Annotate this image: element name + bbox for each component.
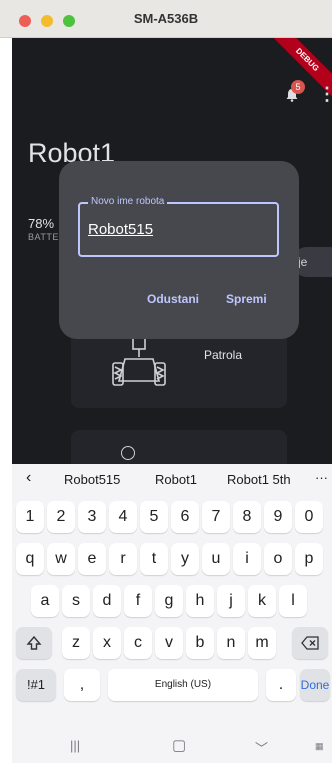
key-u[interactable]: u xyxy=(202,543,230,575)
rename-robot-dialog: Novo ime robota Robot515 Odustani Spremi xyxy=(59,161,299,339)
key-p[interactable]: p xyxy=(295,543,323,575)
backspace-key[interactable] xyxy=(292,627,328,659)
key-0[interactable]: 0 xyxy=(295,501,323,533)
key-r[interactable]: r xyxy=(109,543,137,575)
key-i[interactable]: i xyxy=(233,543,261,575)
key-e[interactable]: e xyxy=(78,543,106,575)
robot-name-input[interactable]: Robot515 xyxy=(88,221,268,238)
key-w[interactable]: w xyxy=(47,543,75,575)
key-2[interactable]: 2 xyxy=(47,501,75,533)
circle-icon xyxy=(121,446,135,460)
more-horizontal-icon[interactable]: ··· xyxy=(315,470,328,485)
backspace-icon xyxy=(301,636,319,650)
suggestion-bar: ‹ Robot515 Robot1 Robot1 5th ··· xyxy=(12,464,332,496)
key-y[interactable]: y xyxy=(171,543,199,575)
cancel-button[interactable]: Odustani xyxy=(147,292,199,306)
key-c[interactable]: c xyxy=(124,627,152,659)
robot-name-field[interactable]: Novo ime robota Robot515 xyxy=(78,196,279,257)
keyboard-icon[interactable]: ▦ xyxy=(315,741,324,752)
key-5[interactable]: 5 xyxy=(140,501,168,533)
battery-label: BATTE xyxy=(28,232,59,242)
more-vertical-icon[interactable]: ⋮ xyxy=(318,84,332,105)
key-v[interactable]: v xyxy=(155,627,183,659)
suggestion-item[interactable]: Robot1 5th xyxy=(227,472,291,487)
key-z[interactable]: z xyxy=(62,627,90,659)
key-k[interactable]: k xyxy=(248,585,276,617)
key-q[interactable]: q xyxy=(16,543,44,575)
space-key[interactable]: English (US) xyxy=(108,669,258,701)
key-7[interactable]: 7 xyxy=(202,501,230,533)
home-icon[interactable]: ▢ xyxy=(172,736,186,754)
card-label: Patrola xyxy=(204,348,243,362)
shift-key[interactable] xyxy=(16,627,52,659)
key-l[interactable]: l xyxy=(279,585,307,617)
key-j[interactable]: j xyxy=(217,585,245,617)
key-1[interactable]: 1 xyxy=(16,501,44,533)
key-a[interactable]: a xyxy=(31,585,59,617)
period-key[interactable]: . xyxy=(266,669,296,701)
key-f[interactable]: f xyxy=(124,585,152,617)
window-title: SM-A536B xyxy=(133,11,199,26)
robot-vehicle-icon xyxy=(112,335,166,386)
key-6[interactable]: 6 xyxy=(171,501,199,533)
save-button[interactable]: Spremi xyxy=(226,292,267,306)
key-h[interactable]: h xyxy=(186,585,214,617)
suggestion-item[interactable]: Robot515 xyxy=(64,472,120,487)
comma-key[interactable]: , xyxy=(64,669,100,701)
notification-count-badge: 5 xyxy=(291,80,305,94)
suggestion-item[interactable]: Robot1 xyxy=(155,472,197,487)
key-s[interactable]: s xyxy=(62,585,90,617)
system-navigation-bar: ||| ▢ ﹀ ▦ xyxy=(12,732,332,763)
key-4[interactable]: 4 xyxy=(109,501,137,533)
done-key[interactable]: Done xyxy=(300,669,330,701)
symbols-key[interactable]: !#1 xyxy=(16,669,56,701)
shift-arrow-icon xyxy=(26,635,42,650)
battery-percent: 78% xyxy=(28,216,55,231)
key-g[interactable]: g xyxy=(155,585,183,617)
recent-apps-icon[interactable]: ||| xyxy=(70,738,80,753)
key-b[interactable]: b xyxy=(186,627,214,659)
robot-name-field-label: Novo ime robota xyxy=(88,196,168,207)
key-d[interactable]: d xyxy=(93,585,121,617)
key-o[interactable]: o xyxy=(264,543,292,575)
key-n[interactable]: n xyxy=(217,627,245,659)
key-8[interactable]: 8 xyxy=(233,501,261,533)
phone-screen: DEBUG 5 ⋮ Robot1 78% BATTE je Patrola No… xyxy=(12,38,332,763)
window-title-bar: SM-A536B xyxy=(0,0,332,38)
on-screen-keyboard: ‹ Robot515 Robot1 Robot1 5th ··· 1 2 3 4… xyxy=(12,464,332,763)
chevron-left-icon[interactable]: ‹ xyxy=(26,469,31,487)
key-x[interactable]: x xyxy=(93,627,121,659)
key-9[interactable]: 9 xyxy=(264,501,292,533)
key-3[interactable]: 3 xyxy=(78,501,106,533)
key-m[interactable]: m xyxy=(248,627,276,659)
chevron-down-icon[interactable]: ﹀ xyxy=(255,738,268,757)
key-t[interactable]: t xyxy=(140,543,168,575)
